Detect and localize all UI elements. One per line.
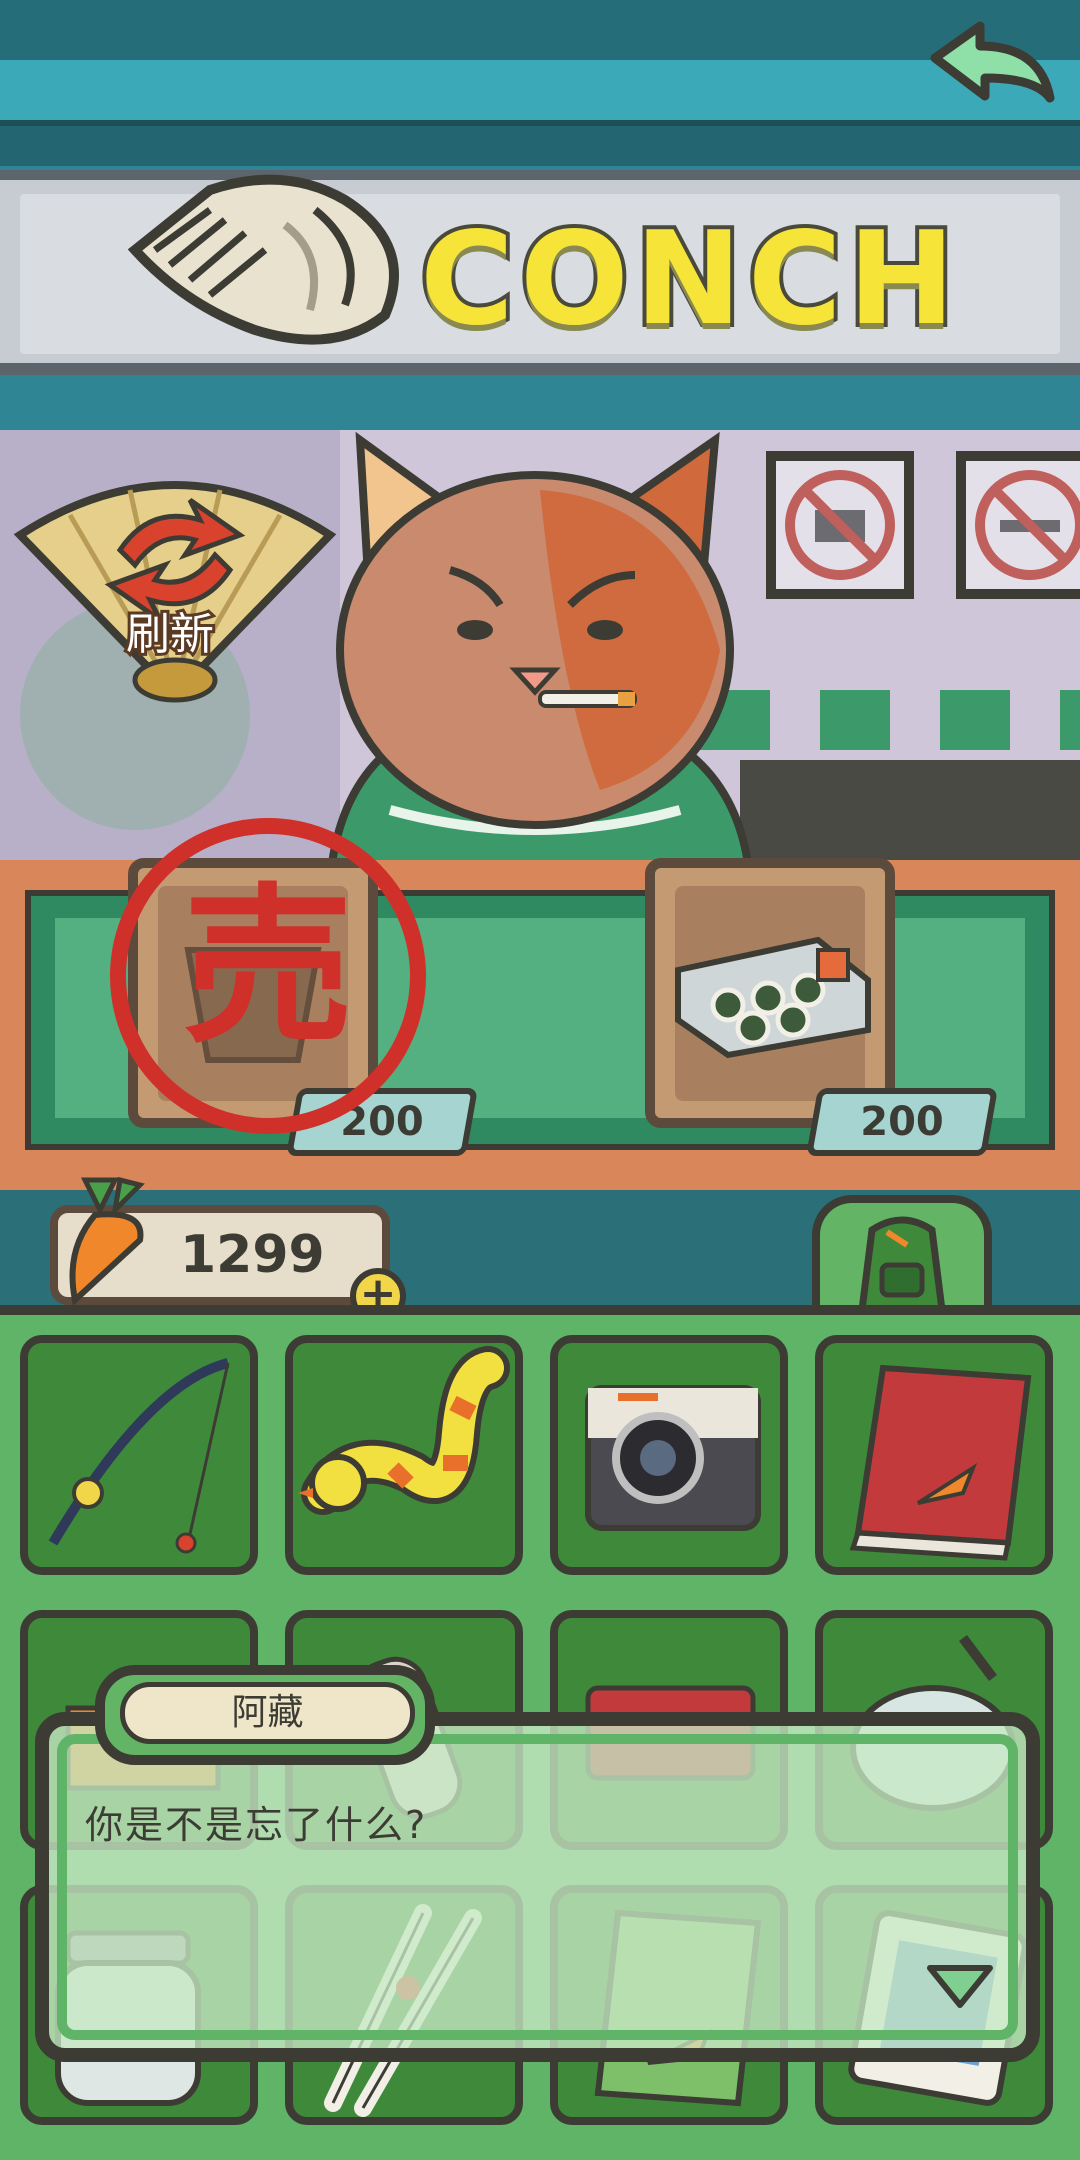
- sold-stamp-text: 売: [183, 869, 353, 1067]
- inventory-slot-3[interactable]: [550, 1335, 788, 1575]
- refresh-button[interactable]: [10, 455, 340, 705]
- dialog-rim: [57, 1734, 1018, 2040]
- inventory-slot-4[interactable]: [815, 1335, 1053, 1575]
- back-button[interactable]: [925, 18, 1060, 128]
- sold-stamp: 売: [110, 818, 426, 1134]
- header-stripe: [0, 0, 1080, 60]
- refresh-label: 刷新: [123, 606, 217, 663]
- lord-of-the-carrots-2-book-icon: [849, 1364, 1032, 1561]
- shop-title: CONCH: [416, 201, 961, 358]
- continue-arrow-icon[interactable]: [925, 1960, 995, 2010]
- inventory-slot-1[interactable]: [20, 1335, 258, 1575]
- curved-arrow-back-icon: [930, 21, 1055, 103]
- header-stripe: [0, 60, 1080, 120]
- conch-shell-icon: [127, 174, 399, 345]
- instant-camera-icon: [585, 1385, 761, 1531]
- speaker-name: 阿藏: [120, 1682, 415, 1744]
- back-shelf: [740, 760, 1080, 870]
- sushi-roll-box-icon: [675, 936, 871, 1059]
- price-text-2: 200: [860, 1099, 944, 1145]
- no-smoking-sign-icon: [956, 451, 1080, 599]
- carrot-icon: [69, 1176, 145, 1306]
- dialog-text: 你是不是忘了什么?: [85, 1803, 428, 1847]
- inventory-slot-2[interactable]: [285, 1335, 523, 1575]
- fishing-rod-icon: [48, 1358, 230, 1554]
- duck-swim-ring-icon: [298, 1346, 510, 1515]
- fan-refresh-icon: [13, 481, 337, 703]
- currency-amount: 1299: [180, 1225, 325, 1285]
- no-camera-sign-icon: [766, 451, 914, 599]
